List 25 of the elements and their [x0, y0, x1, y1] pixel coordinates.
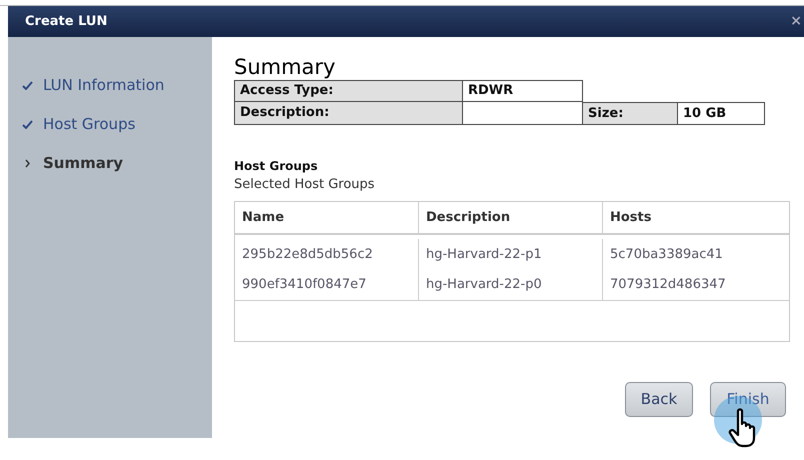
- step-item[interactable]: LUN Information: [22, 73, 212, 97]
- column-header: Name: [235, 202, 419, 233]
- section-heading: Host Groups: [234, 158, 319, 174]
- table-cell: Size:: [583, 102, 678, 125]
- table-cell-text: hg-Harvard-22-p1: [426, 246, 542, 264]
- check-icon: [22, 80, 33, 90]
- column-header: Hosts: [609, 209, 653, 227]
- step-item[interactable]: Summary: [22, 151, 212, 175]
- summary-heading: Summary: [234, 54, 336, 80]
- close-button[interactable]: ×: [790, 11, 802, 32]
- section-subheading: Selected Host Groups: [234, 177, 376, 193]
- table-cell: RDWR: [463, 80, 583, 102]
- table-cell-text: 7079312d486347: [610, 276, 726, 294]
- table-cell-text: 5c70ba3389ac41: [610, 246, 723, 264]
- column-header: Description: [419, 202, 603, 233]
- table-cell: Access Type:: [234, 80, 463, 102]
- window-title: Create LUN: [25, 12, 108, 31]
- table-cell-text: 990ef3410f0847e7: [242, 276, 366, 294]
- table-cell: Description:: [234, 102, 463, 125]
- table-cell: 10 GB: [678, 102, 765, 125]
- check-icon: [22, 120, 33, 128]
- table-cell-text: hg-Harvard-22-p0: [426, 276, 542, 294]
- step-item[interactable]: Host Groups: [22, 112, 212, 136]
- dialog-button[interactable]: Back: [625, 382, 693, 417]
- table-cell-text: 295b22e8d5db56c2: [242, 246, 373, 264]
